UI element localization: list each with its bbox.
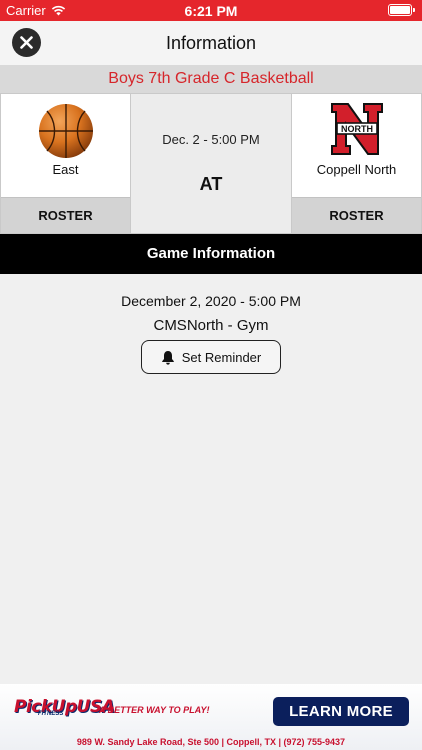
home-roster-button[interactable]: ROSTER [1,197,130,233]
home-team-logo [1,102,130,160]
matchup-panel: East ROSTER Dec. 2 - 5:00 PM AT NORTH Co… [0,93,422,234]
away-roster-button[interactable]: ROSTER [292,197,421,233]
game-datetime: Dec. 2 - 5:00 PM [162,132,260,147]
basketball-icon [38,104,93,158]
learn-more-button[interactable]: LEARN MORE [273,697,409,726]
page-title: Information [165,33,257,53]
battery-icon [388,4,415,16]
at-separator: AT [199,174,223,194]
game-summary: Dec. 2 - 5:00 PM AT [131,93,291,234]
status-bar: Carrier 6:21 PM [0,0,422,21]
north-logo-text: NORTH [341,124,373,134]
set-reminder-label: Set Reminder [181,349,262,365]
set-reminder-button[interactable]: Set Reminder [141,340,281,374]
status-time: 6:21 PM [184,3,238,19]
ad-brand-sub: FITNESS [38,711,64,717]
ad-tagline: A BETTER WAY TO PLAY! [99,705,210,715]
home-team-name: East [52,162,79,177]
home-team-card: East ROSTER [0,93,131,234]
event-title: Boys 7th Grade C Basketball [0,65,422,93]
ad-address: 989 W. Sandy Lake Road, Ste 500 | Coppel… [76,737,346,747]
game-location: CMSNorth - Gym [153,317,269,334]
away-team-card: NORTH Coppell North ROSTER [291,93,422,234]
away-team-logo: NORTH [292,102,421,160]
bell-icon [161,350,174,365]
game-date: December 2, 2020 - 5:00 PM [121,293,301,309]
away-team-name: Coppell North [316,162,397,177]
north-n-logo: NORTH [330,103,383,155]
nav-bar: Information [0,21,422,65]
game-info-header: Game Information [0,234,422,274]
